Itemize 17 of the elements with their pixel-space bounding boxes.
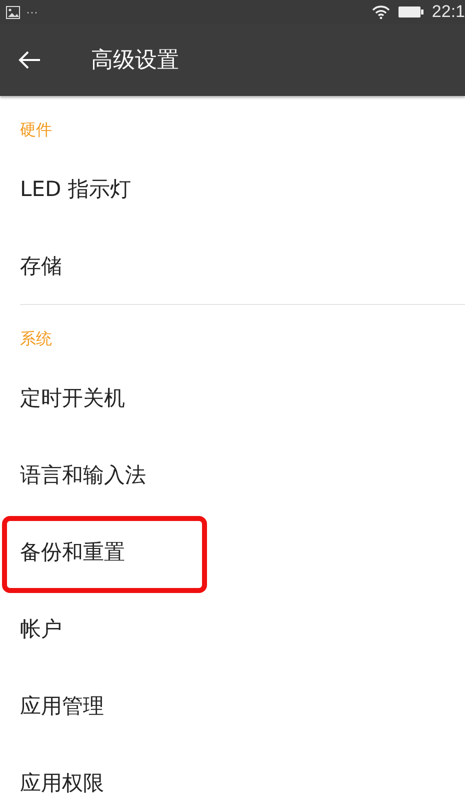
screen-title: 高级设置 (91, 47, 179, 75)
section-header: 硬件 (19, 119, 53, 141)
settings-item[interactable]: 语言和输入法 (0, 436, 465, 513)
settings-item[interactable]: 定时开关机 (0, 359, 465, 436)
settings-item[interactable]: 帐户 (0, 590, 465, 667)
settings-item[interactable]: LED 指示灯 (0, 150, 465, 227)
clock-time: 22:1 (432, 2, 465, 22)
battery-icon (398, 6, 424, 18)
settings-item[interactable]: 备份和重置 (0, 513, 465, 590)
section-header: 系统 (19, 328, 53, 350)
back-arrow-icon (17, 50, 41, 70)
image-icon (6, 6, 20, 18)
notification-more: ··· (26, 5, 38, 19)
settings-item[interactable]: 应用权限 (0, 744, 465, 795)
wifi-icon (372, 5, 390, 19)
settings-item[interactable]: 存储 (0, 227, 465, 304)
settings-item[interactable]: 应用管理 (0, 667, 465, 744)
